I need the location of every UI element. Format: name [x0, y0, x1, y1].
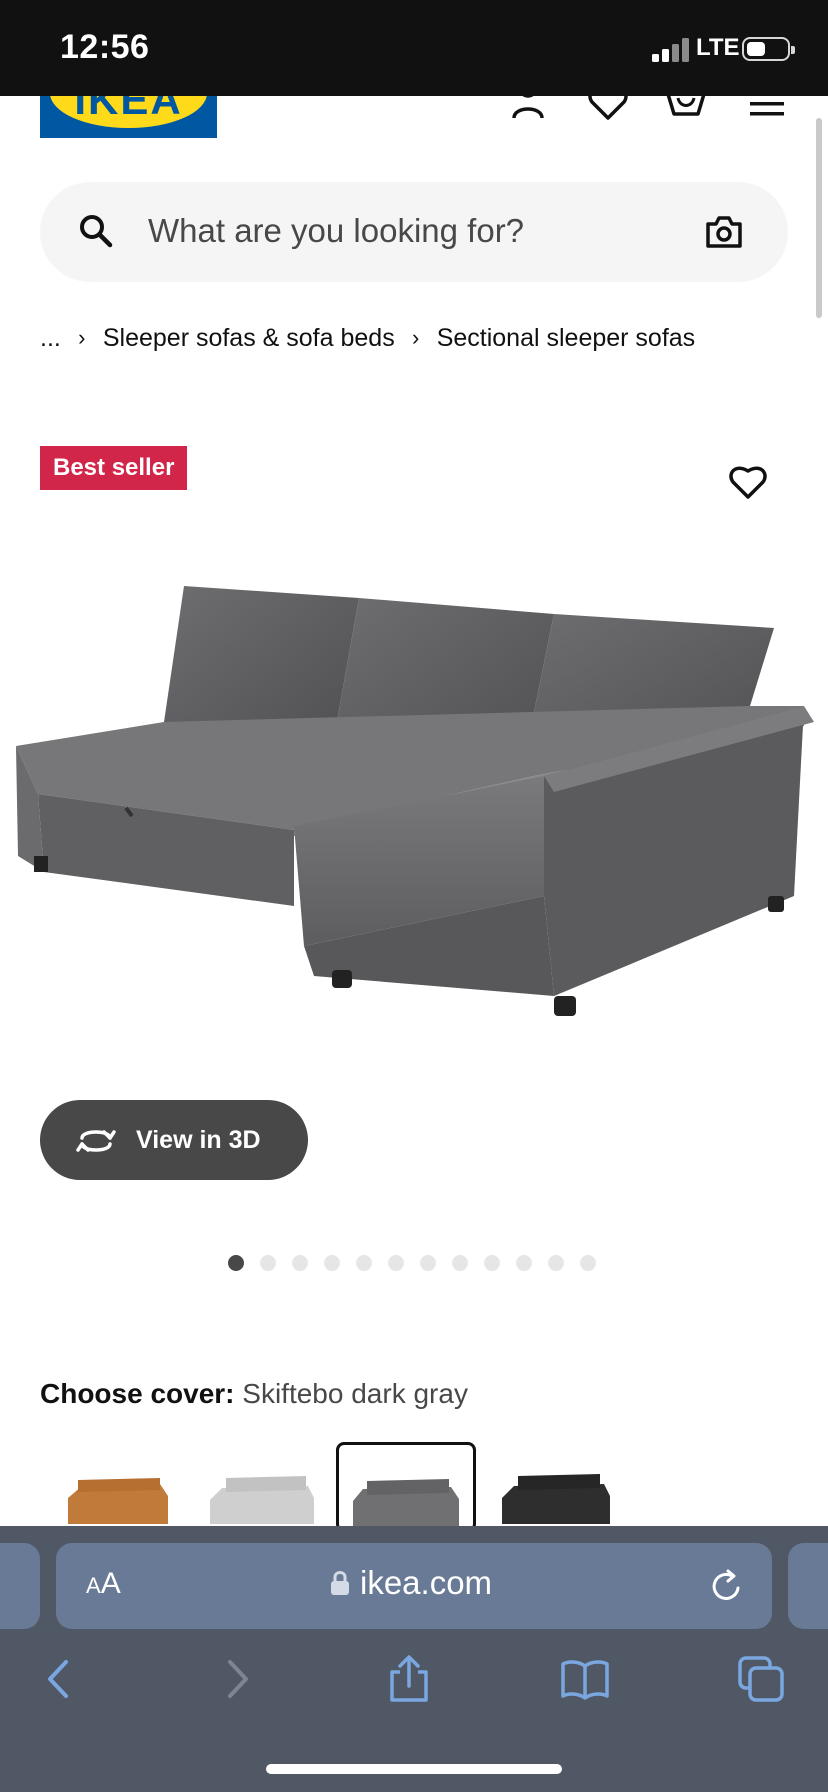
chevron-right-icon: ›: [412, 325, 420, 350]
view-in-3d-button[interactable]: View in 3D: [40, 1100, 308, 1180]
page-settings-button[interactable]: AA: [86, 1567, 121, 1601]
breadcrumb-sectional-sleeper-sofas[interactable]: Sectional sleeper sofas: [437, 324, 695, 353]
breadcrumb-sleeper-sofas[interactable]: Sleeper sofas & sofa beds: [103, 324, 395, 353]
swatch-image: [353, 1479, 459, 1529]
carousel-dot[interactable]: [420, 1255, 436, 1271]
view-in-3d-label: View in 3D: [136, 1126, 261, 1154]
camera-search-icon[interactable]: [704, 214, 744, 250]
ikea-logo[interactable]: IKEA: [40, 96, 217, 138]
image-carousel-dots: [228, 1255, 596, 1271]
cover-swatch-light-gray[interactable]: [200, 1448, 328, 1524]
url-display[interactable]: ikea.com: [330, 1564, 492, 1602]
bookmarks-icon[interactable]: [560, 1654, 610, 1704]
carousel-dot[interactable]: [452, 1255, 468, 1271]
chevron-right-icon: ›: [78, 325, 86, 350]
carousel-dot[interactable]: [548, 1255, 564, 1271]
url-text: ikea.com: [360, 1564, 493, 1601]
account-icon[interactable]: [506, 84, 550, 124]
cover-swatch-orange-brown[interactable]: [56, 1448, 184, 1524]
carousel-dot[interactable]: [228, 1255, 244, 1271]
breadcrumb: ... › Sleeper sofas & sofa beds › Sectio…: [40, 318, 695, 358]
choose-cover-value: Skiftebo dark gray: [242, 1378, 468, 1409]
carousel-dot[interactable]: [260, 1255, 276, 1271]
choose-cover-label: Choose cover:: [40, 1378, 235, 1409]
breadcrumb-ellipsis[interactable]: ...: [40, 324, 61, 353]
cover-swatch-dark-gray-selected[interactable]: [336, 1442, 476, 1532]
search-icon[interactable]: [78, 213, 114, 249]
cover-swatch-black[interactable]: [494, 1448, 622, 1524]
search-input[interactable]: [148, 206, 688, 256]
carousel-dot[interactable]: [580, 1255, 596, 1271]
cellular-signal-icon: [652, 38, 689, 62]
carousel-dot[interactable]: [356, 1255, 372, 1271]
status-bar: 12:56 LTE: [0, 0, 828, 96]
shopping-bag-icon[interactable]: [664, 84, 708, 124]
reload-icon[interactable]: [710, 1568, 744, 1604]
carousel-dot[interactable]: [484, 1255, 500, 1271]
favorite-heart-icon[interactable]: [728, 464, 768, 502]
network-type: LTE: [696, 34, 740, 61]
swatch-image: [68, 1478, 168, 1524]
home-indicator[interactable]: [266, 1764, 562, 1774]
swatch-image: [210, 1476, 314, 1524]
status-time: 12:56: [60, 28, 150, 66]
previous-tab-edge[interactable]: [0, 1543, 40, 1629]
scrollbar[interactable]: [816, 118, 822, 318]
swatch-image: [502, 1474, 610, 1524]
lock-icon: [331, 1571, 349, 1595]
logo-text: IKEA: [74, 96, 183, 123]
menu-icon[interactable]: [746, 84, 790, 124]
carousel-dot[interactable]: [292, 1255, 308, 1271]
battery-icon: [742, 37, 795, 61]
aa-label: AA: [86, 1567, 121, 1600]
carousel-dot[interactable]: [388, 1255, 404, 1271]
forward-icon[interactable]: [212, 1654, 262, 1704]
back-icon[interactable]: [34, 1654, 84, 1704]
best-seller-badge: Best seller: [40, 446, 188, 490]
carousel-dot[interactable]: [324, 1255, 340, 1271]
next-tab-edge[interactable]: [788, 1543, 828, 1629]
rotate-3d-icon: [76, 1130, 116, 1152]
wishlist-heart-icon[interactable]: [586, 84, 630, 124]
tabs-icon[interactable]: [736, 1654, 786, 1704]
carousel-dot[interactable]: [516, 1255, 532, 1271]
share-icon[interactable]: [384, 1654, 434, 1704]
product-image-sofa[interactable]: [14, 576, 814, 1056]
choose-cover: Choose cover: Skiftebo dark gray: [40, 1378, 468, 1410]
